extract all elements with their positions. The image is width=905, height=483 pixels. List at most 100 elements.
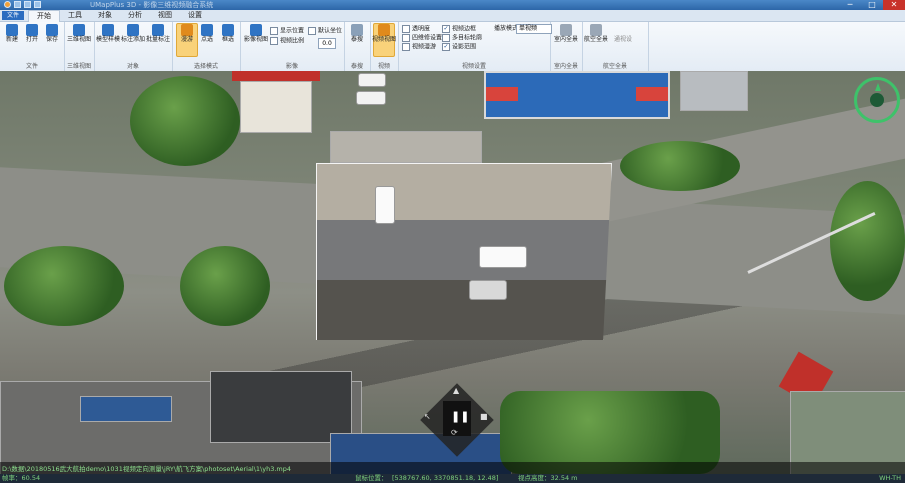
tab-start[interactable]: 开始 [28, 10, 60, 22]
search-button[interactable]: 泰搜 [347, 24, 367, 56]
video-icon [378, 24, 390, 36]
panorama-icon [560, 24, 572, 36]
aerial-icon [590, 24, 602, 36]
group-aerial-pano: 航空全景 通视设 航空全景 [582, 22, 649, 71]
car [358, 73, 386, 87]
car [479, 246, 527, 268]
batch-label-button[interactable]: 批量标注 [146, 24, 170, 56]
model-icon [102, 24, 114, 36]
video-player-controls: ❚❚ ↖ ■ ▲ ⟳ [413, 376, 501, 464]
tab-settings[interactable]: 设置 [180, 10, 210, 21]
box-select-icon [222, 24, 234, 36]
group-label-search: 泰搜 [350, 63, 363, 70]
tab-tools[interactable]: 工具 [60, 10, 90, 21]
tab-analysis[interactable]: 分析 [120, 10, 150, 21]
scale-spinner[interactable]: 0.0 [318, 38, 336, 49]
globe-icon [73, 24, 85, 36]
show-position-checkbox[interactable]: 显示位置 [270, 27, 304, 36]
video-projection-frame[interactable] [316, 163, 612, 340]
courtyard [330, 131, 482, 163]
play-mode-label: 播放模式 [494, 25, 519, 32]
stop-button[interactable]: ■ [480, 412, 488, 421]
cursor-icon[interactable]: ↖ [424, 412, 431, 421]
add-label-button[interactable]: 标注添加 [121, 24, 145, 56]
tree [4, 246, 124, 326]
app-logo-icon [4, 1, 11, 8]
tree [130, 76, 240, 166]
up-arrow-icon[interactable]: ▲ [453, 386, 459, 395]
group-label-objects: 对象 [126, 63, 139, 70]
default-position-checkbox[interactable]: 默认坐位 [308, 27, 342, 36]
group-select-mode: 漫游 点选 框选 选择模式 [172, 22, 241, 71]
group-label-select: 选择模式 [193, 63, 218, 70]
group-video: 视频视图 视频 [370, 22, 399, 71]
title-bar: UMapPlus 3D - 影像三维视频融合系统 ─ □ ✕ [0, 0, 905, 10]
tree [180, 246, 270, 326]
group-indoor-pano: 室内全景 室内全景 [550, 22, 583, 71]
compass[interactable] [854, 77, 900, 123]
close-button[interactable]: ✕ [883, 0, 905, 10]
group-label-video-settings: 视频设置 [461, 63, 486, 70]
save-icon [46, 24, 58, 36]
video-roam-option[interactable]: 视频漫游 [402, 43, 436, 52]
group-objects: 模型样模 标注添加 批量标注 对象 [94, 22, 173, 71]
tab-objects[interactable]: 对象 [90, 10, 120, 21]
indoor-pano-button[interactable]: 室内全景 [554, 24, 578, 56]
video-border-checkbox[interactable]: ✓ 视频边框 [442, 25, 476, 34]
four-dim-settings-option[interactable]: 四维修设置 [402, 34, 442, 43]
video-view-button[interactable]: 视频视图 [372, 23, 396, 57]
maximize-button[interactable]: □ [861, 0, 883, 10]
pause-button[interactable]: ❚❚ [451, 410, 469, 423]
building-right [680, 71, 748, 111]
tab-view[interactable]: 视图 [150, 10, 180, 21]
tree [620, 141, 740, 191]
group-image: 影像视图 显示位置 视频比例 默认坐位 0.0 影像 [240, 22, 345, 71]
file-menu-button[interactable]: 文件 [2, 11, 24, 20]
transparency-option[interactable]: 透明度 [402, 25, 430, 34]
quick-access-toolbar [4, 1, 41, 8]
building [240, 81, 312, 133]
mouse-pos-value: [538767.60, 3370851.18, 12.48] [392, 474, 499, 482]
image-icon [250, 24, 262, 36]
group-video-settings: 透明度 四维修设置 视频漫游 ✓ 视频边框 多目标轮廓 ✓ 设影范围 播放模式 单视… [398, 22, 552, 71]
play-mode-select[interactable]: 单视频 [516, 24, 552, 34]
car [356, 91, 386, 105]
group-3d-view: 三维视图 三维视图 [64, 22, 95, 71]
group-label-aerial: 航空全景 [602, 63, 627, 70]
group-label-image: 影像 [285, 63, 298, 70]
save-button[interactable]: 保存 [42, 24, 62, 56]
loop-icon[interactable]: ⟳ [451, 428, 458, 437]
video-path-bar: D:\数据\20180516武大航拍demo\1031视频定向测量\jRY\航飞… [0, 462, 905, 474]
3d-view-button[interactable]: 三维视图 [67, 24, 91, 56]
box-select-button[interactable]: 框选 [218, 24, 238, 56]
building-blue-roof-2 [80, 396, 172, 422]
label-icon [127, 24, 139, 36]
aerial-pano-button[interactable]: 航空全景 [584, 24, 608, 56]
status-bar: 帧率：60.54 鼠标位置： [538767.60, 3370851.18, 1… [0, 474, 905, 483]
ribbon: 新建 打开 保存 文件 三维视图 三维视图 模型样模 标注添加 批量标注 对象 … [0, 22, 905, 72]
car [469, 280, 507, 300]
window-controls: ─ □ ✕ [839, 0, 905, 10]
basketball-court [484, 71, 670, 119]
shadow-range-checkbox[interactable]: ✓ 设影范围 [442, 43, 476, 52]
group-search: 泰搜 泰搜 [344, 22, 371, 71]
model-button[interactable]: 模型样模 [96, 24, 120, 56]
car [375, 186, 395, 224]
image-view-button[interactable]: 影像视图 [244, 24, 268, 56]
qat-undo-icon[interactable] [24, 1, 31, 8]
building-red-roof [232, 71, 320, 81]
fps-readout: 帧率：60.54 [2, 474, 41, 482]
multi-target-checkbox[interactable]: 多目标轮廓 [442, 34, 482, 43]
align-scale-option[interactable]: 视频比例 [270, 37, 304, 46]
group-label-video: 视频 [377, 63, 390, 70]
group-label-file: 文件 [25, 63, 38, 70]
group-label-indoor: 室内全景 [553, 63, 578, 70]
qat-save-icon[interactable] [14, 1, 21, 8]
ribbon-tabs-bar: 文件 开始 工具 对象 分析 视图 设置 [0, 10, 905, 22]
sight-settings-option[interactable]: 通视设 [614, 36, 632, 44]
3d-scene-viewport[interactable]: ❚❚ ↖ ■ ▲ ⟳ [0, 71, 905, 474]
video-path-text: D:\数据\20180516武大航拍demo\1031视频定向测量\jRY\航飞… [2, 465, 292, 473]
cursor-icon [201, 24, 213, 36]
minimize-button[interactable]: ─ [839, 0, 861, 10]
qat-redo-icon[interactable] [34, 1, 41, 8]
